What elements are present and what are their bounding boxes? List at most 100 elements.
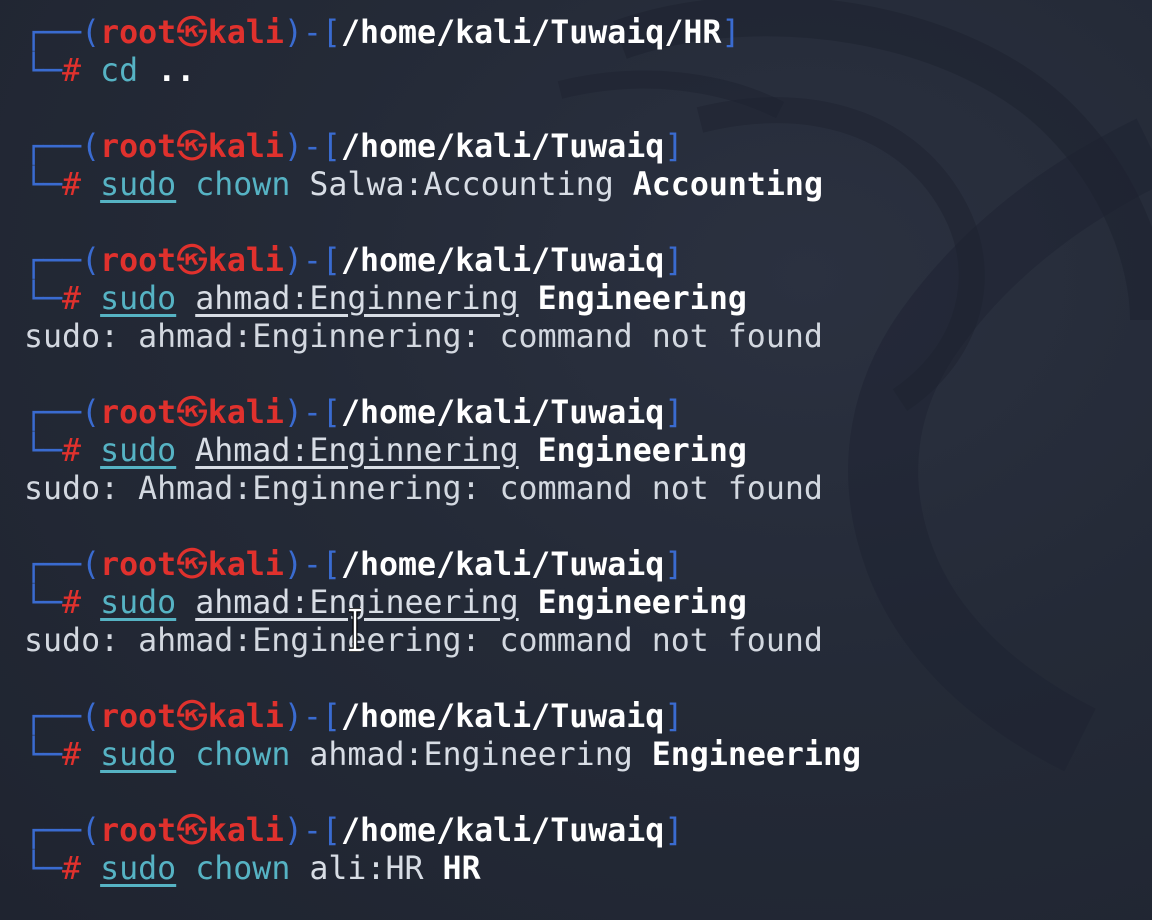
command-token: Engineering (537, 585, 747, 621)
prompt-box-mid: )-[ (283, 243, 341, 279)
prompt-box-mid: )-[ (283, 129, 341, 165)
command-token: chown (195, 737, 291, 773)
command-token: Ahmad:Enginnering (195, 433, 519, 469)
prompt-box-close: ] (664, 547, 684, 583)
command-token: Accounting (632, 167, 823, 203)
prompt-box-close: ] (664, 699, 684, 735)
command-line: └─# sudo ahmad:Enginnering Engineering (24, 280, 861, 318)
prompt-corner: └─ (24, 433, 63, 469)
prompt-user: root (100, 395, 177, 431)
prompt-hash: # (62, 851, 82, 887)
command-token: sudo (100, 167, 177, 203)
prompt-box-close: ] (664, 395, 684, 431)
prompt-box-open: ┌──( (24, 813, 101, 849)
command-token: ali:HR (309, 851, 424, 887)
prompt-corner: └─ (24, 585, 63, 621)
prompt-host: kali (207, 547, 284, 583)
prompt-path: /home/kali/Tuwaiq (340, 129, 665, 165)
skull-icon: ㉿ (176, 813, 208, 849)
prompt-box-mid: )-[ (283, 813, 341, 849)
command-line: └─# sudo chown Salwa:Accounting Accounti… (24, 166, 861, 204)
prompt-box-open: ┌──( (24, 243, 101, 279)
command-token: Engineering (651, 737, 861, 773)
prompt-host: kali (207, 395, 284, 431)
command-output: sudo: ahmad:Engineering: command not fou… (24, 623, 823, 659)
skull-icon: ㉿ (176, 395, 208, 431)
skull-icon: ㉿ (176, 699, 208, 735)
prompt-box-close: ] (664, 129, 684, 165)
command-output: sudo: ahmad:Enginnering: command not fou… (24, 319, 823, 355)
prompt-user: root (100, 699, 177, 735)
command-token: cd (100, 53, 139, 89)
prompt-host: kali (207, 699, 284, 735)
terminal-output: ┌──(root㉿kali)-[/home/kali/Tuwaiq/HR] └─#… (24, 14, 861, 888)
prompt-corner: └─ (24, 737, 63, 773)
prompt-path: /home/kali/Tuwaiq/HR (340, 15, 722, 51)
prompt-user: root (100, 129, 177, 165)
prompt-header: ┌──(root㉿kali)-[/home/kali/Tuwaiq] (24, 242, 861, 280)
prompt-user: root (100, 243, 177, 279)
prompt-header: ┌──(root㉿kali)-[/home/kali/Tuwaiq] (24, 128, 861, 166)
prompt-host: kali (207, 243, 284, 279)
command-token: sudo (100, 737, 177, 773)
prompt-path: /home/kali/Tuwaiq (340, 547, 665, 583)
skull-icon: ㉿ (176, 15, 208, 51)
command-token: ahmad:Engineering (309, 737, 633, 773)
command-line: └─# sudo chown ahmad:Engineering Enginee… (24, 736, 861, 774)
prompt-corner: └─ (24, 851, 63, 887)
command-output: sudo: Ahmad:Enginnering: command not fou… (24, 471, 823, 507)
prompt-header: ┌──(root㉿kali)-[/home/kali/Tuwaiq/HR] (24, 14, 861, 52)
text-cursor-icon (349, 608, 361, 652)
prompt-box-open: ┌──( (24, 395, 101, 431)
prompt-corner: └─ (24, 281, 63, 317)
prompt-corner: └─ (24, 167, 63, 203)
terminal-window[interactable]: ┌──(root㉿kali)-[/home/kali/Tuwaiq/HR] └─#… (0, 0, 1152, 920)
prompt-path: /home/kali/Tuwaiq (340, 243, 665, 279)
prompt-user: root (100, 813, 177, 849)
prompt-box-open: ┌──( (24, 129, 101, 165)
prompt-user: root (100, 15, 177, 51)
command-token: Engineering (537, 281, 747, 317)
prompt-hash: # (62, 53, 82, 89)
skull-icon: ㉿ (176, 243, 208, 279)
prompt-hash: # (62, 167, 82, 203)
prompt-hash: # (62, 433, 82, 469)
command-token: chown (195, 167, 291, 203)
prompt-hash: # (62, 281, 82, 317)
prompt-header: ┌──(root㉿kali)-[/home/kali/Tuwaiq] (24, 698, 861, 736)
prompt-box-close: ] (721, 15, 741, 51)
prompt-host: kali (207, 15, 284, 51)
prompt-header: ┌──(root㉿kali)-[/home/kali/Tuwaiq] (24, 546, 861, 584)
skull-icon: ㉿ (176, 547, 208, 583)
prompt-box-mid: )-[ (283, 15, 341, 51)
prompt-user: root (100, 547, 177, 583)
prompt-header: ┌──(root㉿kali)-[/home/kali/Tuwaiq] (24, 812, 861, 850)
command-token: sudo (100, 281, 177, 317)
command-token: sudo (100, 433, 177, 469)
command-token: HR (442, 851, 481, 887)
command-token: chown (195, 851, 291, 887)
prompt-hash: # (62, 737, 82, 773)
prompt-box-open: ┌──( (24, 699, 101, 735)
prompt-hash: # (62, 585, 82, 621)
command-line: └─# sudo ahmad:Engineering Engineering (24, 584, 861, 622)
prompt-box-close: ] (664, 813, 684, 849)
command-token: sudo (100, 585, 177, 621)
command-token: ahmad:Enginnering (195, 281, 519, 317)
command-token: sudo (100, 851, 177, 887)
prompt-path: /home/kali/Tuwaiq (340, 699, 665, 735)
prompt-corner: └─ (24, 53, 63, 89)
command-token: .. (157, 53, 196, 89)
prompt-host: kali (207, 813, 284, 849)
command-line: └─# cd .. (24, 52, 861, 90)
prompt-box-mid: )-[ (283, 395, 341, 431)
skull-icon: ㉿ (176, 129, 208, 165)
prompt-box-close: ] (664, 243, 684, 279)
prompt-box-mid: )-[ (283, 547, 341, 583)
